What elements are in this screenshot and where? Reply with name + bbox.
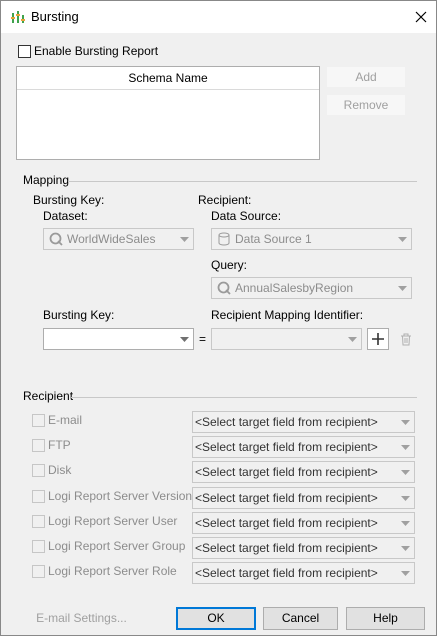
recipient-target-field-combo[interactable]: <Select target field from recipient> [192,562,415,584]
mapping-group-divider [68,181,417,182]
delete-mapping-button[interactable] [395,328,417,350]
database-icon [217,232,231,246]
help-button[interactable]: Help [346,607,425,630]
chevron-down-icon [176,329,193,349]
dataset-combo[interactable]: WorldWideSales [43,228,194,250]
plus-icon [372,333,384,345]
recipient-mapping-combo[interactable] [211,328,362,350]
schema-table[interactable]: Schema Name [16,66,320,160]
recipient-label: Logi Report Server Version [48,489,193,503]
recipient-target-field-value: <Select target field from recipient> [195,465,378,479]
recipient-label: Logi Report Server User [48,514,178,528]
add-schema-button[interactable]: Add [327,67,405,87]
recipient-group-label: Recipient [23,389,74,403]
recipient-heading: Recipient: [198,193,252,207]
enable-bursting-checkbox[interactable] [18,45,31,58]
recipient-checkbox[interactable] [32,490,45,503]
recipient-target-field-value: <Select target field from recipient> [195,566,378,580]
window-title: Bursting [31,9,79,24]
trash-icon [401,333,411,345]
chevron-down-icon [344,329,361,349]
remove-schema-button[interactable]: Remove [327,95,405,115]
chevron-down-icon [397,462,414,482]
recipient-label: Logi Report Server Group [48,539,186,553]
dataset-label: Dataset: [43,209,88,223]
chevron-down-icon [394,278,411,298]
bursting-key-combo[interactable] [43,328,194,350]
title-bar: Bursting [1,1,436,33]
bursting-key-heading: Bursting Key: [33,193,105,207]
recipient-mapping-label: Recipient Mapping Identifier: [211,308,364,322]
query-q-icon [49,232,63,246]
add-mapping-button[interactable] [367,328,389,350]
data-source-combo[interactable]: Data Source 1 [211,228,412,250]
cancel-button[interactable]: Cancel [263,607,338,630]
data-source-label: Data Source: [211,209,282,223]
recipient-target-field-value: <Select target field from recipient> [195,541,378,555]
chevron-down-icon [394,229,411,249]
mapping-group-label: Mapping [23,173,70,187]
email-settings-button[interactable]: E-mail Settings... [23,607,140,630]
recipient-group-divider [71,397,417,398]
recipient-target-field-value: <Select target field from recipient> [195,415,378,429]
chevron-down-icon [397,437,414,457]
recipient-target-field-combo[interactable]: <Select target field from recipient> [192,512,415,534]
recipient-target-field-combo[interactable]: <Select target field from recipient> [192,436,415,458]
bursting-bars-icon [10,9,26,25]
recipient-target-field-value: <Select target field from recipient> [195,491,378,505]
dataset-value: WorldWideSales [67,232,156,246]
bursting-key-label: Bursting Key: [43,308,115,322]
recipient-checkbox[interactable] [32,515,45,528]
recipient-label: FTP [48,438,71,452]
ok-button[interactable]: OK [176,607,256,630]
close-button[interactable] [406,1,436,33]
query-combo[interactable]: AnnualSalesbyRegion [211,277,412,299]
recipient-target-field-value: <Select target field from recipient> [195,516,378,530]
recipient-target-field-combo[interactable]: <Select target field from recipient> [192,461,415,483]
recipient-target-field-combo[interactable]: <Select target field from recipient> [192,487,415,509]
enable-bursting-label: Enable Bursting Report [34,44,159,58]
recipient-target-field-combo[interactable]: <Select target field from recipient> [192,411,415,433]
recipient-checkbox[interactable] [32,565,45,578]
query-label: Query: [211,258,248,272]
equals-sign: = [199,332,207,346]
close-icon [415,11,427,23]
recipient-checkbox[interactable] [32,439,45,452]
chevron-down-icon [397,488,414,508]
recipient-target-field-combo[interactable]: <Select target field from recipient> [192,537,415,559]
data-source-value: Data Source 1 [235,232,312,246]
chevron-down-icon [397,412,414,432]
recipient-label: Disk [48,463,72,477]
query-q-icon [217,281,231,295]
recipient-checkbox[interactable] [32,540,45,553]
chevron-down-icon [397,563,414,583]
recipient-target-field-value: <Select target field from recipient> [195,440,378,454]
chevron-down-icon [397,513,414,533]
chevron-down-icon [397,538,414,558]
chevron-down-icon [176,229,193,249]
query-value: AnnualSalesbyRegion [235,281,354,295]
schema-name-column-header: Schema Name [17,67,319,90]
recipient-checkbox[interactable] [32,414,45,427]
recipient-label: Logi Report Server Role [48,564,177,578]
bursting-dialog: Bursting Enable Bursting Report Schema N… [0,0,437,636]
recipient-checkbox[interactable] [32,464,45,477]
recipient-label: E-mail [48,413,83,427]
